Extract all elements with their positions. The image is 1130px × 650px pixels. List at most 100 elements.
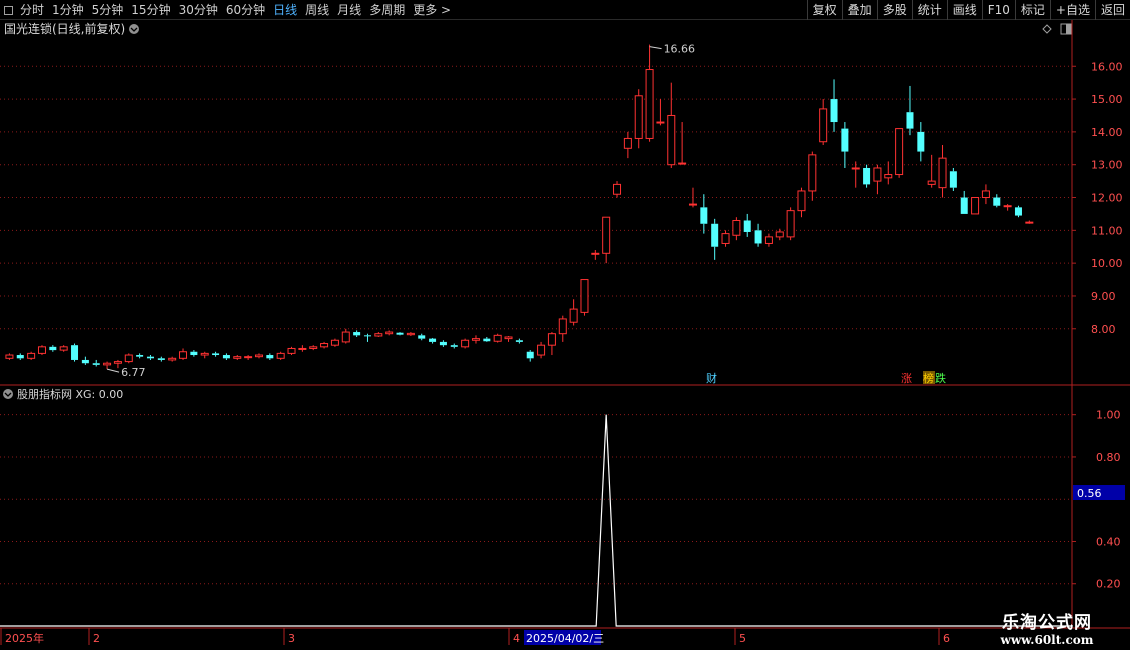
candle[interactable]	[949, 167, 957, 191]
candle[interactable]	[863, 164, 871, 188]
candle[interactable]	[580, 279, 589, 316]
candle[interactable]	[5, 353, 14, 360]
chevron-down-icon[interactable]	[129, 24, 139, 34]
candle[interactable]	[418, 333, 426, 341]
toolbar-button[interactable]: 画线	[946, 0, 982, 20]
candle[interactable]	[688, 187, 697, 208]
candle[interactable]	[971, 197, 980, 215]
period-tab[interactable]: 日线	[269, 0, 301, 20]
candle[interactable]	[374, 332, 383, 337]
candle[interactable]	[558, 315, 567, 342]
candle[interactable]	[1014, 205, 1022, 218]
candle[interactable]	[27, 351, 36, 360]
candle[interactable]	[927, 154, 936, 188]
candle[interactable]	[1025, 220, 1034, 224]
toolbar-button[interactable]: 标记	[1014, 0, 1050, 20]
candle[interactable]	[678, 122, 687, 165]
candle[interactable]	[797, 187, 806, 218]
candle[interactable]	[634, 89, 643, 149]
candle[interactable]	[200, 351, 209, 359]
candle[interactable]	[157, 356, 165, 362]
candle[interactable]	[764, 233, 773, 247]
candle[interactable]	[743, 213, 751, 237]
event-tag-rank[interactable]: 榜	[923, 371, 934, 385]
candle[interactable]	[569, 299, 578, 326]
indicator-chevron-icon[interactable]	[3, 389, 13, 399]
candle[interactable]	[819, 99, 828, 146]
candle[interactable]	[841, 122, 849, 168]
candle[interactable]	[504, 335, 513, 342]
candle[interactable]	[330, 338, 339, 347]
candle[interactable]	[526, 350, 534, 362]
candle[interactable]	[602, 216, 611, 264]
toolbar-button[interactable]: 叠加	[841, 0, 877, 20]
candle[interactable]	[960, 190, 968, 214]
candle[interactable]	[190, 350, 198, 357]
candle[interactable]	[59, 345, 68, 352]
candle[interactable]	[49, 345, 57, 352]
candle[interactable]	[537, 341, 546, 359]
toolbar-button[interactable]: 统计	[911, 0, 947, 20]
candle[interactable]	[103, 361, 112, 370]
candle[interactable]	[341, 328, 350, 344]
candle[interactable]	[917, 122, 925, 162]
candle[interactable]	[493, 333, 502, 343]
event-tag-finance[interactable]: 财	[706, 371, 717, 385]
candle[interactable]	[298, 345, 307, 352]
period-tab[interactable]: 更多 >	[409, 0, 455, 20]
candle[interactable]	[16, 353, 24, 360]
toolbar-button[interactable]: 复权	[806, 0, 842, 20]
candle[interactable]	[385, 330, 394, 336]
candle[interactable]	[754, 223, 762, 247]
candle[interactable]	[254, 353, 263, 359]
toolbar-button[interactable]: +自选	[1049, 0, 1095, 20]
candle[interactable]	[830, 79, 838, 132]
diamond-icon[interactable]	[1042, 24, 1052, 34]
candle[interactable]	[124, 353, 133, 364]
candle[interactable]	[81, 356, 89, 365]
period-tab[interactable]: 分时	[16, 0, 48, 20]
candle[interactable]	[906, 85, 914, 136]
period-tab[interactable]: 1分钟	[48, 0, 88, 20]
candle[interactable]	[71, 343, 79, 362]
period-tab[interactable]: 60分钟	[222, 0, 269, 20]
period-tab[interactable]: 月线	[333, 0, 365, 20]
period-tab[interactable]: 5分钟	[88, 0, 128, 20]
period-tab[interactable]: 多周期	[365, 0, 409, 20]
candle[interactable]	[287, 346, 296, 356]
toolbar-button[interactable]: F10	[981, 0, 1015, 20]
candle[interactable]	[276, 351, 285, 360]
candle[interactable]	[1003, 204, 1012, 211]
candle[interactable]	[645, 44, 654, 142]
candle[interactable]	[895, 128, 904, 178]
candle[interactable]	[266, 353, 274, 360]
candle[interactable]	[667, 82, 676, 168]
period-tab[interactable]: 30分钟	[175, 0, 222, 20]
candle[interactable]	[591, 250, 600, 260]
candle[interactable]	[613, 181, 622, 198]
candle[interactable]	[320, 341, 329, 349]
candle[interactable]	[168, 356, 177, 362]
period-tab[interactable]: 15分钟	[127, 0, 174, 20]
candle[interactable]	[547, 332, 556, 356]
candle[interactable]	[938, 145, 947, 198]
candle[interactable]	[808, 151, 817, 201]
candle[interactable]	[136, 353, 144, 359]
candle[interactable]	[179, 348, 188, 360]
period-tab[interactable]: 周线	[301, 0, 333, 20]
candle[interactable]	[884, 161, 893, 185]
candle[interactable]	[439, 340, 447, 347]
candle[interactable]	[396, 332, 404, 336]
candle[interactable]	[37, 345, 46, 356]
candle[interactable]	[406, 332, 415, 336]
candle[interactable]	[92, 359, 100, 367]
period-menu-icon[interactable]	[0, 0, 16, 20]
candle[interactable]	[732, 217, 741, 241]
candle[interactable]	[775, 228, 784, 241]
candle[interactable]	[623, 131, 632, 159]
candle[interactable]	[851, 161, 860, 188]
event-tag-limit-up[interactable]: 涨	[901, 372, 912, 385]
candle[interactable]	[700, 194, 708, 234]
candle[interactable]	[981, 184, 990, 205]
toolbar-button[interactable]: 多股	[876, 0, 912, 20]
